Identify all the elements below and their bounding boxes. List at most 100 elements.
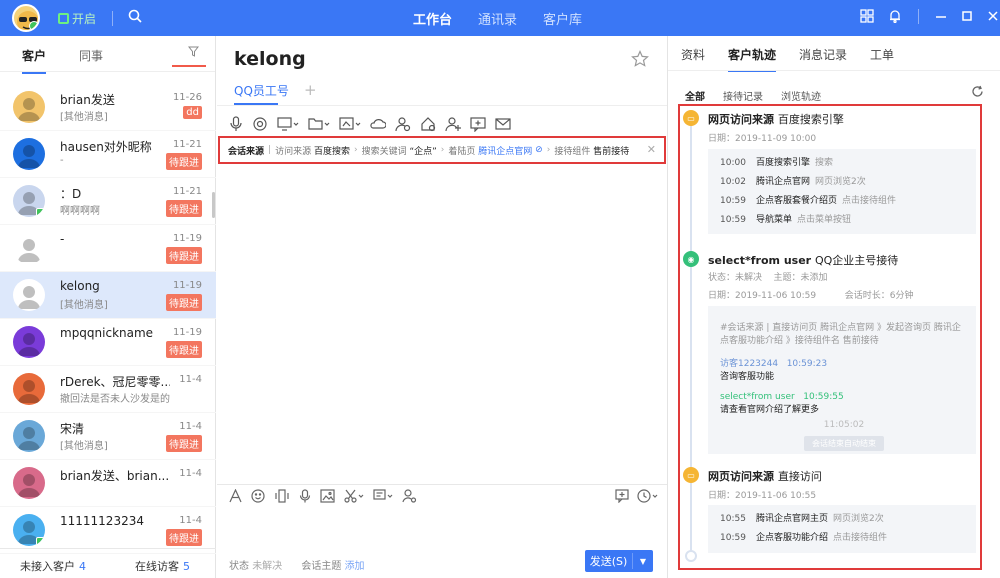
keyword-key: 搜索关键词 <box>361 146 407 157</box>
quick-reply-icon[interactable] <box>373 489 393 507</box>
contact-list-item[interactable]: brian发送 [其他消息] 11-26 dd <box>0 84 216 131</box>
home-icon[interactable] <box>420 116 436 136</box>
landing-page-link[interactable]: 腾讯企点官网 <box>478 144 532 157</box>
status-toggle-button[interactable]: 开启 <box>58 10 96 27</box>
tab-profile[interactable]: 资料 <box>681 46 705 63</box>
emoji-icon[interactable] <box>251 489 265 507</box>
add-tab-button[interactable]: + <box>304 81 317 99</box>
contact-avatar <box>13 326 45 358</box>
tab-customers[interactable]: 客户 <box>22 47 47 74</box>
filter-icon[interactable] <box>172 46 206 67</box>
voice-icon[interactable] <box>299 489 311 507</box>
contact-avatar <box>13 514 45 546</box>
follow-up-tag: 待跟进 <box>166 153 202 170</box>
contact-date: 11-21 <box>172 139 202 150</box>
agent-time: 10:59:55 <box>803 392 844 402</box>
chevron-down-icon[interactable]: ▼ <box>633 557 653 566</box>
row-page: 导航菜单 <box>756 215 793 225</box>
unaccessed-label: 未接入客户 <box>20 560 75 573</box>
row-desc: 搜索 <box>815 158 834 168</box>
visit-row: 10:02 腾讯企点官网 网页浏览2次 <box>720 174 976 193</box>
divider <box>217 484 667 485</box>
add-topic-link[interactable]: 添加 <box>345 561 365 572</box>
contact-list-item[interactable]: 宋清 [其他消息] 11-4 待跟进 <box>0 413 216 460</box>
timeline-line <box>690 118 692 556</box>
bell-icon[interactable] <box>888 9 902 27</box>
nav-tab-contacts[interactable]: 通讯录 <box>478 9 517 28</box>
row-desc: 网页浏览2次 <box>833 514 884 524</box>
event-title: select*from user QQ企业主号接待 <box>708 252 898 268</box>
transfer-agent-icon[interactable] <box>402 489 417 507</box>
visitor-name: 访客1223244 <box>720 359 779 369</box>
scissors-icon[interactable] <box>344 489 364 507</box>
minimize-icon[interactable] <box>935 9 947 27</box>
contact-list-item[interactable]: kelong [其他消息] 11-19 待跟进 <box>0 272 216 319</box>
contact-date: 11-26 <box>172 92 202 103</box>
unaccessed-customers-link[interactable]: 未接入客户 4 <box>20 558 86 574</box>
my-avatar[interactable] <box>12 4 40 32</box>
transfer-user-icon[interactable] <box>395 116 411 136</box>
contact-avatar <box>13 232 45 264</box>
refresh-icon[interactable] <box>971 85 984 102</box>
chat-title: kelong <box>234 48 306 70</box>
contact-avatar <box>13 279 45 311</box>
contact-list-item[interactable]: ：D 啊啊啊啊 11-21 待跟进 <box>0 178 216 225</box>
follow-up-tag: 待跟进 <box>166 200 202 217</box>
filter-browse-track[interactable]: 浏览轨迹 <box>781 88 821 103</box>
contact-list-item[interactable]: 11111123234 11-4 待跟进 <box>0 507 216 554</box>
chat-source-header: #会话来源 | 直接访问页 腾讯企点官网 》发起咨询页 腾讯企点客服功能介绍 》… <box>720 323 961 346</box>
vibrate-icon[interactable] <box>274 489 290 507</box>
scrollbar[interactable] <box>212 192 215 218</box>
tab-qq-staff-id[interactable]: QQ员工号 <box>234 82 289 105</box>
cloud-icon[interactable] <box>370 116 387 136</box>
mail-icon[interactable] <box>495 116 511 136</box>
visit-row: 10:59 企点客服功能介绍 点击接待组件 <box>720 530 976 549</box>
image-icon[interactable] <box>320 489 335 507</box>
contact-list-item[interactable]: mpqqnickname 11-19 待跟进 <box>0 319 216 366</box>
maximize-icon[interactable] <box>961 9 973 27</box>
follow-up-tag: 待跟进 <box>166 247 202 264</box>
screenshot-icon[interactable] <box>339 116 361 136</box>
screen-share-icon[interactable] <box>277 116 299 136</box>
invite-user-icon[interactable] <box>445 116 461 136</box>
add-message-icon[interactable] <box>470 116 486 136</box>
close-icon[interactable] <box>987 9 999 27</box>
divider <box>668 70 1000 71</box>
main-nav: 工作台 通讯录 客户库 <box>413 9 582 28</box>
row-desc: 点击接待组件 <box>842 196 897 206</box>
folder-icon[interactable] <box>308 116 330 136</box>
tab-work-order[interactable]: 工单 <box>870 46 894 63</box>
microphone-icon[interactable] <box>229 116 243 136</box>
status-value[interactable]: 未解决 <box>252 561 282 572</box>
tab-colleagues[interactable]: 同事 <box>79 47 103 64</box>
star-icon[interactable] <box>631 50 649 73</box>
row-page: 企点客服套餐介绍页 <box>756 196 838 206</box>
contact-list-item[interactable]: - 11-19 待跟进 <box>0 225 216 272</box>
contact-avatar <box>13 91 45 123</box>
close-icon[interactable]: ✕ <box>647 143 656 156</box>
contact-list-item[interactable]: rDerek、冠尼零零... 撤回法是否未人沙发是的[表情]... 11-4 <box>0 366 216 413</box>
apps-grid-icon[interactable] <box>860 9 874 27</box>
history-clock-icon[interactable] <box>637 489 659 507</box>
session-source-bar: 会话来源 | 访问来源 百度搜索 › 搜索关键词 “企点” › 着陆页 腾讯企点… <box>218 136 666 164</box>
search-icon[interactable] <box>128 9 142 27</box>
row-time: 10:55 <box>720 514 746 524</box>
nav-tab-customer-library[interactable]: 客户库 <box>543 9 582 28</box>
visit-row: 10:00 百度搜索引擎 搜索 <box>720 155 976 174</box>
contact-last-message: - <box>60 155 64 166</box>
filter-reception-records[interactable]: 接待记录 <box>723 88 763 103</box>
font-icon[interactable] <box>229 488 242 507</box>
tab-customer-track[interactable]: 客户轨迹 <box>728 46 777 72</box>
contact-list-item[interactable]: hausen对外昵称 - 11-21 待跟进 <box>0 131 216 178</box>
online-visitors-link[interactable]: 在线访客 5 <box>135 558 190 574</box>
camera-icon[interactable] <box>252 116 268 136</box>
contact-date: 11-19 <box>172 280 202 291</box>
filter-all[interactable]: 全部 <box>685 88 705 103</box>
add-message-icon[interactable] <box>615 489 629 507</box>
wechat-badge-icon <box>36 537 45 546</box>
nav-tab-workbench[interactable]: 工作台 <box>413 9 452 28</box>
send-button[interactable]: 发送(S) ▼ <box>585 550 653 572</box>
tab-message-history[interactable]: 消息记录 <box>799 46 847 63</box>
contact-last-message: [其他消息] <box>60 112 108 123</box>
contact-list-item[interactable]: brian发送、brian... 11-4 <box>0 460 216 507</box>
